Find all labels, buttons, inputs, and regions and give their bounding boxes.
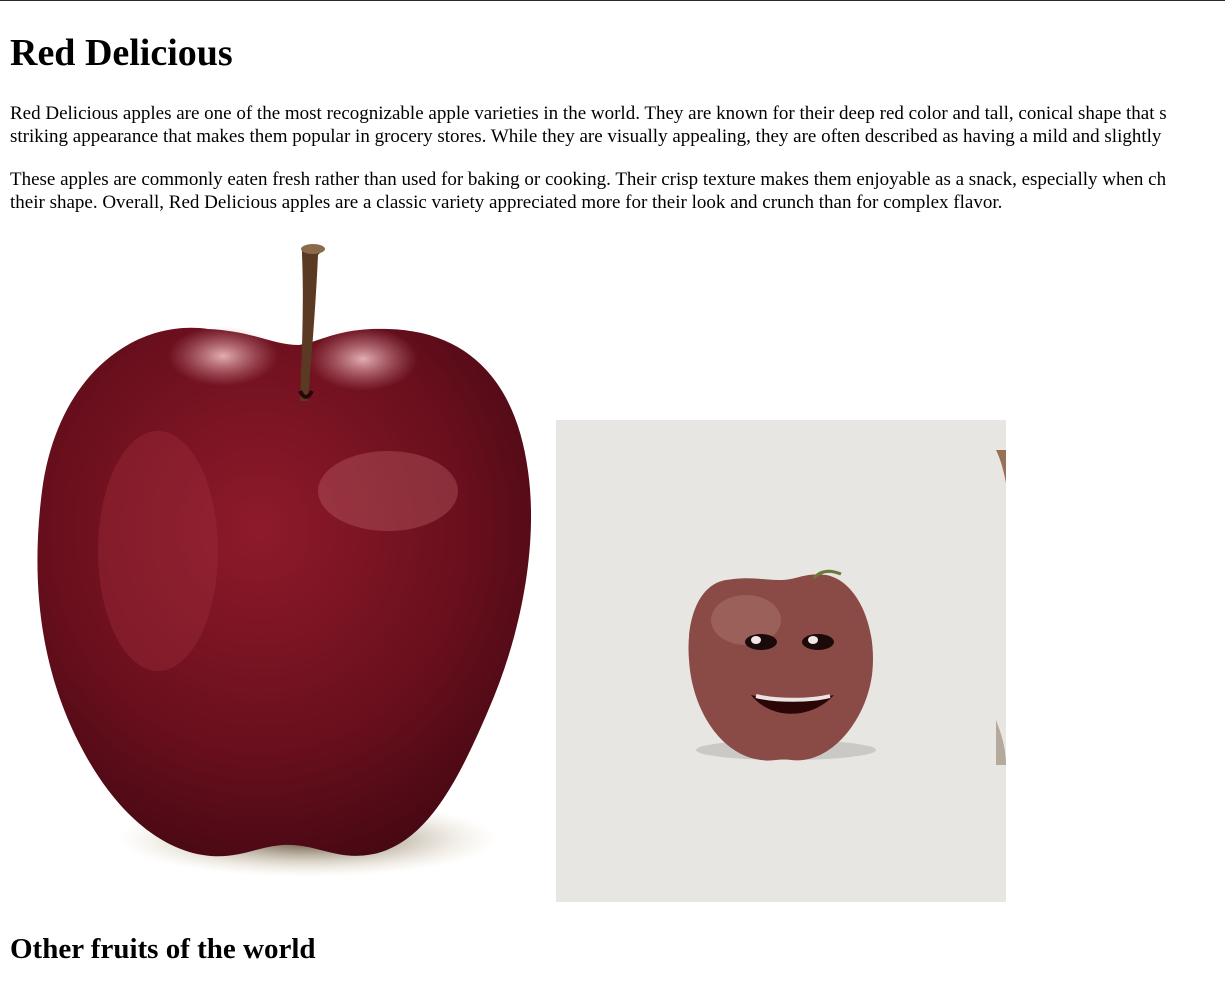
intro-paragraph-line-2: striking appearance that makes them popu… (10, 126, 1162, 147)
intro-paragraph: Red Delicious apples are one of the most… (10, 102, 1225, 148)
usage-paragraph-line-2: their shape. Overall, Red Delicious appl… (10, 192, 1003, 213)
apple-with-face-icon (688, 450, 1006, 765)
section-heading: Other fruits of the world (10, 933, 316, 965)
usage-paragraph-line-1: These apples are commonly eaten fresh ra… (10, 169, 1167, 190)
talking-apple-photo (556, 420, 1006, 902)
page-title: Red Delicious (10, 32, 233, 74)
intro-paragraph-line-1: Red Delicious apples are one of the most… (10, 103, 1167, 124)
usage-paragraph: These apples are commonly eaten fresh ra… (10, 168, 1225, 214)
red-delicious-apple-photo (37, 244, 532, 877)
